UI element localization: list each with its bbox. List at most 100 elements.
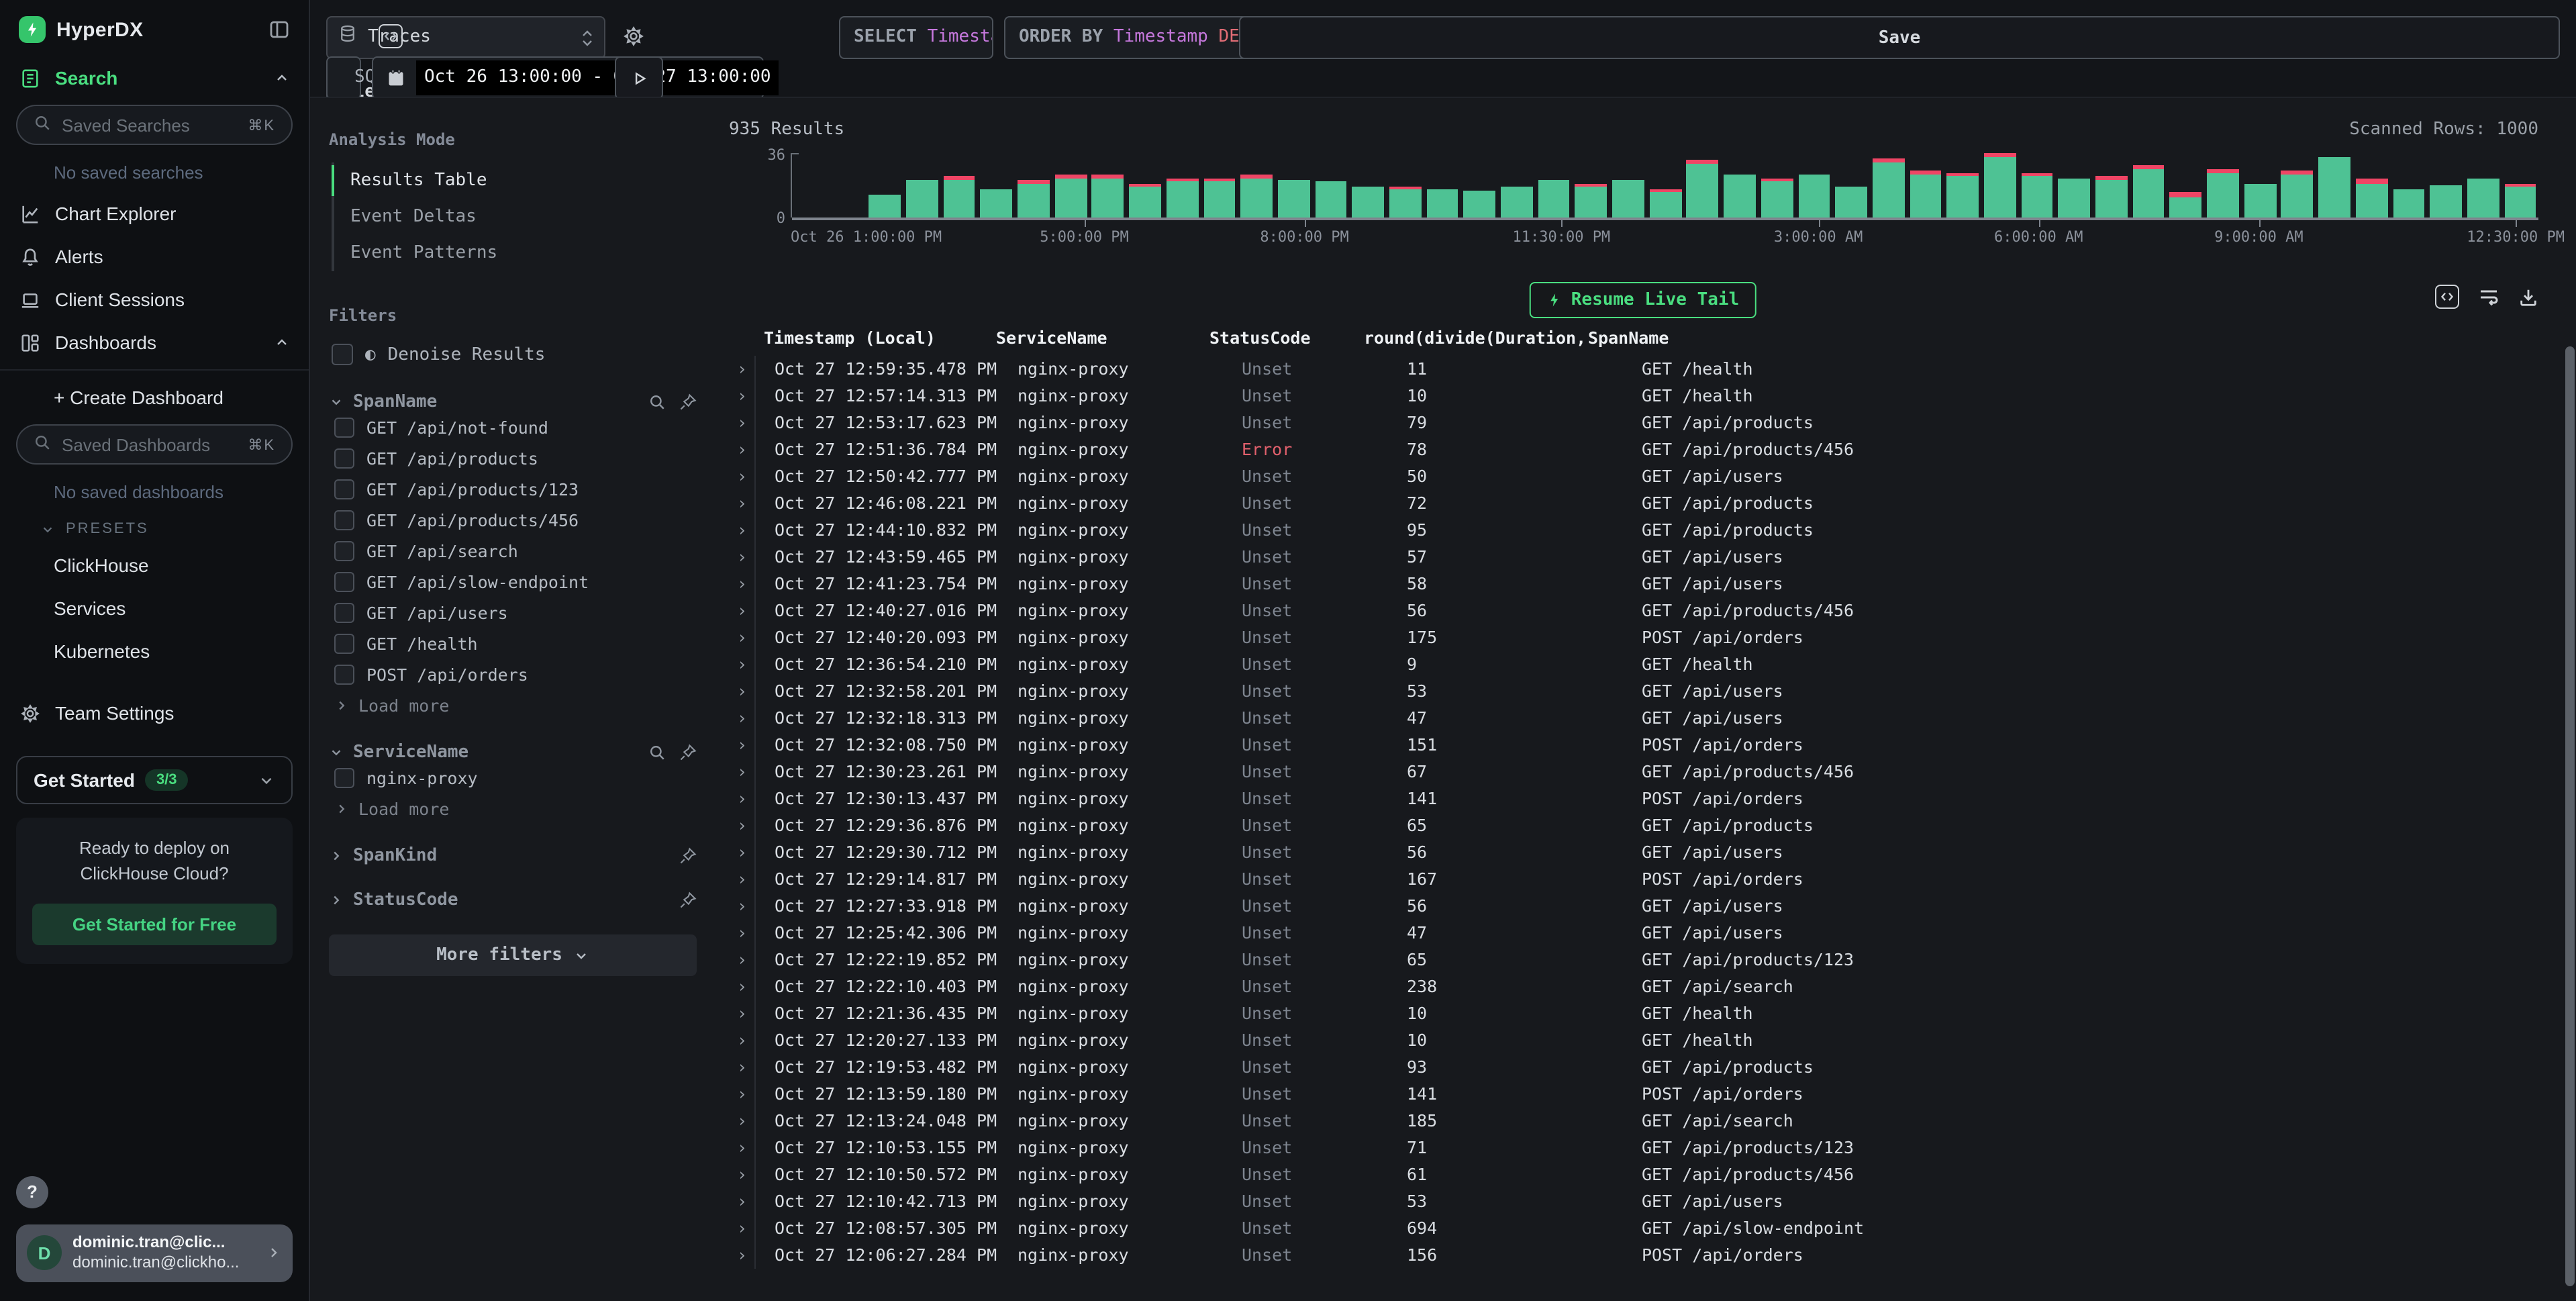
- table-row[interactable]: ›Oct 27 12:46:08.221 PMnginx-proxyUnset7…: [729, 490, 2557, 517]
- table-row[interactable]: ›Oct 27 12:10:42.713 PMnginx-proxyUnset5…: [729, 1188, 2557, 1215]
- expand-row-icon[interactable]: ›: [729, 1135, 756, 1161]
- checkbox[interactable]: [334, 572, 354, 592]
- checkbox[interactable]: [334, 418, 354, 438]
- expand-row-icon[interactable]: ›: [729, 973, 756, 1000]
- expand-row-icon[interactable]: ›: [729, 1161, 756, 1188]
- table-row[interactable]: ›Oct 27 12:30:23.261 PMnginx-proxyUnset6…: [729, 759, 2557, 785]
- table-row[interactable]: ›Oct 27 12:29:30.712 PMnginx-proxyUnset5…: [729, 839, 2557, 866]
- table-row[interactable]: ›Oct 27 12:44:10.832 PMnginx-proxyUnset9…: [729, 517, 2557, 544]
- histogram-bar[interactable]: [1275, 153, 1312, 218]
- filter-item[interactable]: GET /api/not-found: [329, 412, 697, 443]
- lucene-search-input[interactable]: Search your events w/ Lucene ex. column:…: [326, 56, 361, 99]
- expand-row-icon[interactable]: ›: [729, 597, 756, 624]
- checkbox[interactable]: [334, 768, 354, 788]
- filter-item[interactable]: GET /api/search: [329, 536, 697, 567]
- table-row[interactable]: ›Oct 27 12:30:13.437 PMnginx-proxyUnset1…: [729, 785, 2557, 812]
- histogram-bar[interactable]: [1350, 153, 1387, 218]
- table-row[interactable]: ›Oct 27 12:32:58.201 PMnginx-proxyUnset5…: [729, 678, 2557, 705]
- sidebar-item-alerts[interactable]: Alerts: [0, 235, 309, 278]
- table-row[interactable]: ›Oct 27 12:22:19.852 PMnginx-proxyUnset6…: [729, 947, 2557, 973]
- expand-row-icon[interactable]: ›: [729, 409, 756, 436]
- histogram-bar[interactable]: [1052, 153, 1089, 218]
- histogram-bar[interactable]: [1870, 153, 1907, 218]
- table-row[interactable]: ›Oct 27 12:51:36.784 PMnginx-proxyError7…: [729, 436, 2557, 463]
- table-row[interactable]: ›Oct 27 12:40:20.093 PMnginx-proxyUnset1…: [729, 624, 2557, 651]
- expand-row-icon[interactable]: ›: [729, 1188, 756, 1215]
- run-query-button[interactable]: [615, 56, 663, 99]
- col-spanname[interactable]: SpanName: [1588, 328, 2557, 348]
- col-duration[interactable]: round(divide(Duration,: [1364, 328, 1588, 348]
- filter-item[interactable]: GET /health: [329, 628, 697, 659]
- expand-row-icon[interactable]: ›: [729, 1054, 756, 1081]
- histogram-bar[interactable]: [2501, 153, 2538, 218]
- expand-row-icon[interactable]: ›: [729, 571, 756, 597]
- checkbox[interactable]: [334, 448, 354, 469]
- expand-row-icon[interactable]: ›: [729, 1000, 756, 1027]
- table-row[interactable]: ›Oct 27 12:29:14.817 PMnginx-proxyUnset1…: [729, 866, 2557, 893]
- histogram-bar[interactable]: [2056, 153, 2093, 218]
- histogram-bar[interactable]: [941, 153, 978, 218]
- expand-row-icon[interactable]: ›: [729, 920, 756, 947]
- histogram-bar[interactable]: [1387, 153, 1424, 218]
- preset-services[interactable]: Services: [0, 587, 309, 630]
- expand-row-icon[interactable]: ›: [729, 1108, 756, 1135]
- expand-row-icon[interactable]: ›: [729, 651, 756, 678]
- histogram-bar[interactable]: [2428, 153, 2465, 218]
- sidebar-item-chart-explorer[interactable]: Chart Explorer: [0, 192, 309, 235]
- expand-row-icon[interactable]: ›: [729, 732, 756, 759]
- save-button[interactable]: Save: [1239, 16, 2560, 59]
- histogram-bar[interactable]: [2093, 153, 2130, 218]
- saved-searches-input[interactable]: Saved Searches ⌘K: [16, 105, 293, 145]
- table-row[interactable]: ›Oct 27 12:20:27.133 PMnginx-proxyUnset1…: [729, 1027, 2557, 1054]
- histogram-bar[interactable]: [1907, 153, 1944, 218]
- histogram-bar[interactable]: [1721, 153, 1758, 218]
- histogram-bar[interactable]: [1126, 153, 1163, 218]
- histogram-bar[interactable]: [1758, 153, 1795, 218]
- filter-search-icon[interactable]: [648, 393, 666, 411]
- sidebar-item-dashboards[interactable]: Dashboards: [0, 321, 309, 364]
- expand-row-icon[interactable]: ›: [729, 812, 756, 839]
- histogram-bar[interactable]: [2204, 153, 2241, 218]
- expand-row-icon[interactable]: ›: [729, 785, 756, 812]
- filter-group-servicename[interactable]: ServiceName: [329, 742, 697, 763]
- code-mode-button[interactable]: [372, 16, 409, 56]
- histogram-bar[interactable]: [1684, 153, 1721, 218]
- histogram-bar[interactable]: [1573, 153, 1609, 218]
- pin-icon[interactable]: [679, 892, 697, 909]
- histogram-bar[interactable]: [903, 153, 940, 218]
- histogram-bar[interactable]: [1944, 153, 1981, 218]
- expand-row-icon[interactable]: ›: [729, 678, 756, 705]
- histogram-bar[interactable]: [1609, 153, 1646, 218]
- checkbox[interactable]: [334, 603, 354, 623]
- histogram-bar[interactable]: [1981, 153, 2018, 218]
- filter-item[interactable]: GET /api/products: [329, 443, 697, 474]
- get-started-accordion[interactable]: Get Started 3/3: [16, 756, 293, 804]
- expand-row-icon[interactable]: ›: [729, 544, 756, 571]
- table-row[interactable]: ›Oct 27 12:25:42.306 PMnginx-proxyUnset4…: [729, 920, 2557, 947]
- histogram-bar[interactable]: [1833, 153, 1870, 218]
- table-row[interactable]: ›Oct 27 12:19:53.482 PMnginx-proxyUnset9…: [729, 1054, 2557, 1081]
- histogram-bar[interactable]: [1015, 153, 1052, 218]
- filter-item[interactable]: POST /api/orders: [329, 659, 697, 690]
- events-histogram[interactable]: 36 0 Oct 26 1:00:00 PM5:00:00 PM8:00:00 …: [729, 153, 2557, 247]
- table-row[interactable]: ›Oct 27 12:29:36.876 PMnginx-proxyUnset6…: [729, 812, 2557, 839]
- table-row[interactable]: ›Oct 27 12:53:17.623 PMnginx-proxyUnset7…: [729, 409, 2557, 436]
- checkbox[interactable]: [334, 541, 354, 561]
- histogram-bar[interactable]: [1089, 153, 1126, 218]
- table-row[interactable]: ›Oct 27 12:32:08.750 PMnginx-proxyUnset1…: [729, 732, 2557, 759]
- user-menu[interactable]: D dominic.tran@clic... dominic.tran@clic…: [16, 1224, 293, 1282]
- filter-group-spankind[interactable]: SpanKind: [329, 846, 697, 866]
- checkbox[interactable]: [332, 344, 353, 365]
- pin-icon[interactable]: [679, 744, 697, 761]
- mode-event-deltas[interactable]: Event Deltas: [334, 199, 697, 235]
- histogram-bar[interactable]: [2465, 153, 2501, 218]
- checkbox[interactable]: [334, 665, 354, 685]
- pin-icon[interactable]: [679, 847, 697, 865]
- expand-row-icon[interactable]: ›: [729, 1242, 756, 1269]
- table-row[interactable]: ›Oct 27 12:06:27.284 PMnginx-proxyUnset1…: [729, 1242, 2557, 1269]
- saved-dashboards-input[interactable]: Saved Dashboards ⌘K: [16, 424, 293, 465]
- table-row[interactable]: ›Oct 27 12:43:59.465 PMnginx-proxyUnset5…: [729, 544, 2557, 571]
- sidebar-item-search[interactable]: Search: [0, 56, 309, 99]
- sidebar-item-team-settings[interactable]: Team Settings: [0, 691, 309, 734]
- histogram-bar[interactable]: [1498, 153, 1535, 218]
